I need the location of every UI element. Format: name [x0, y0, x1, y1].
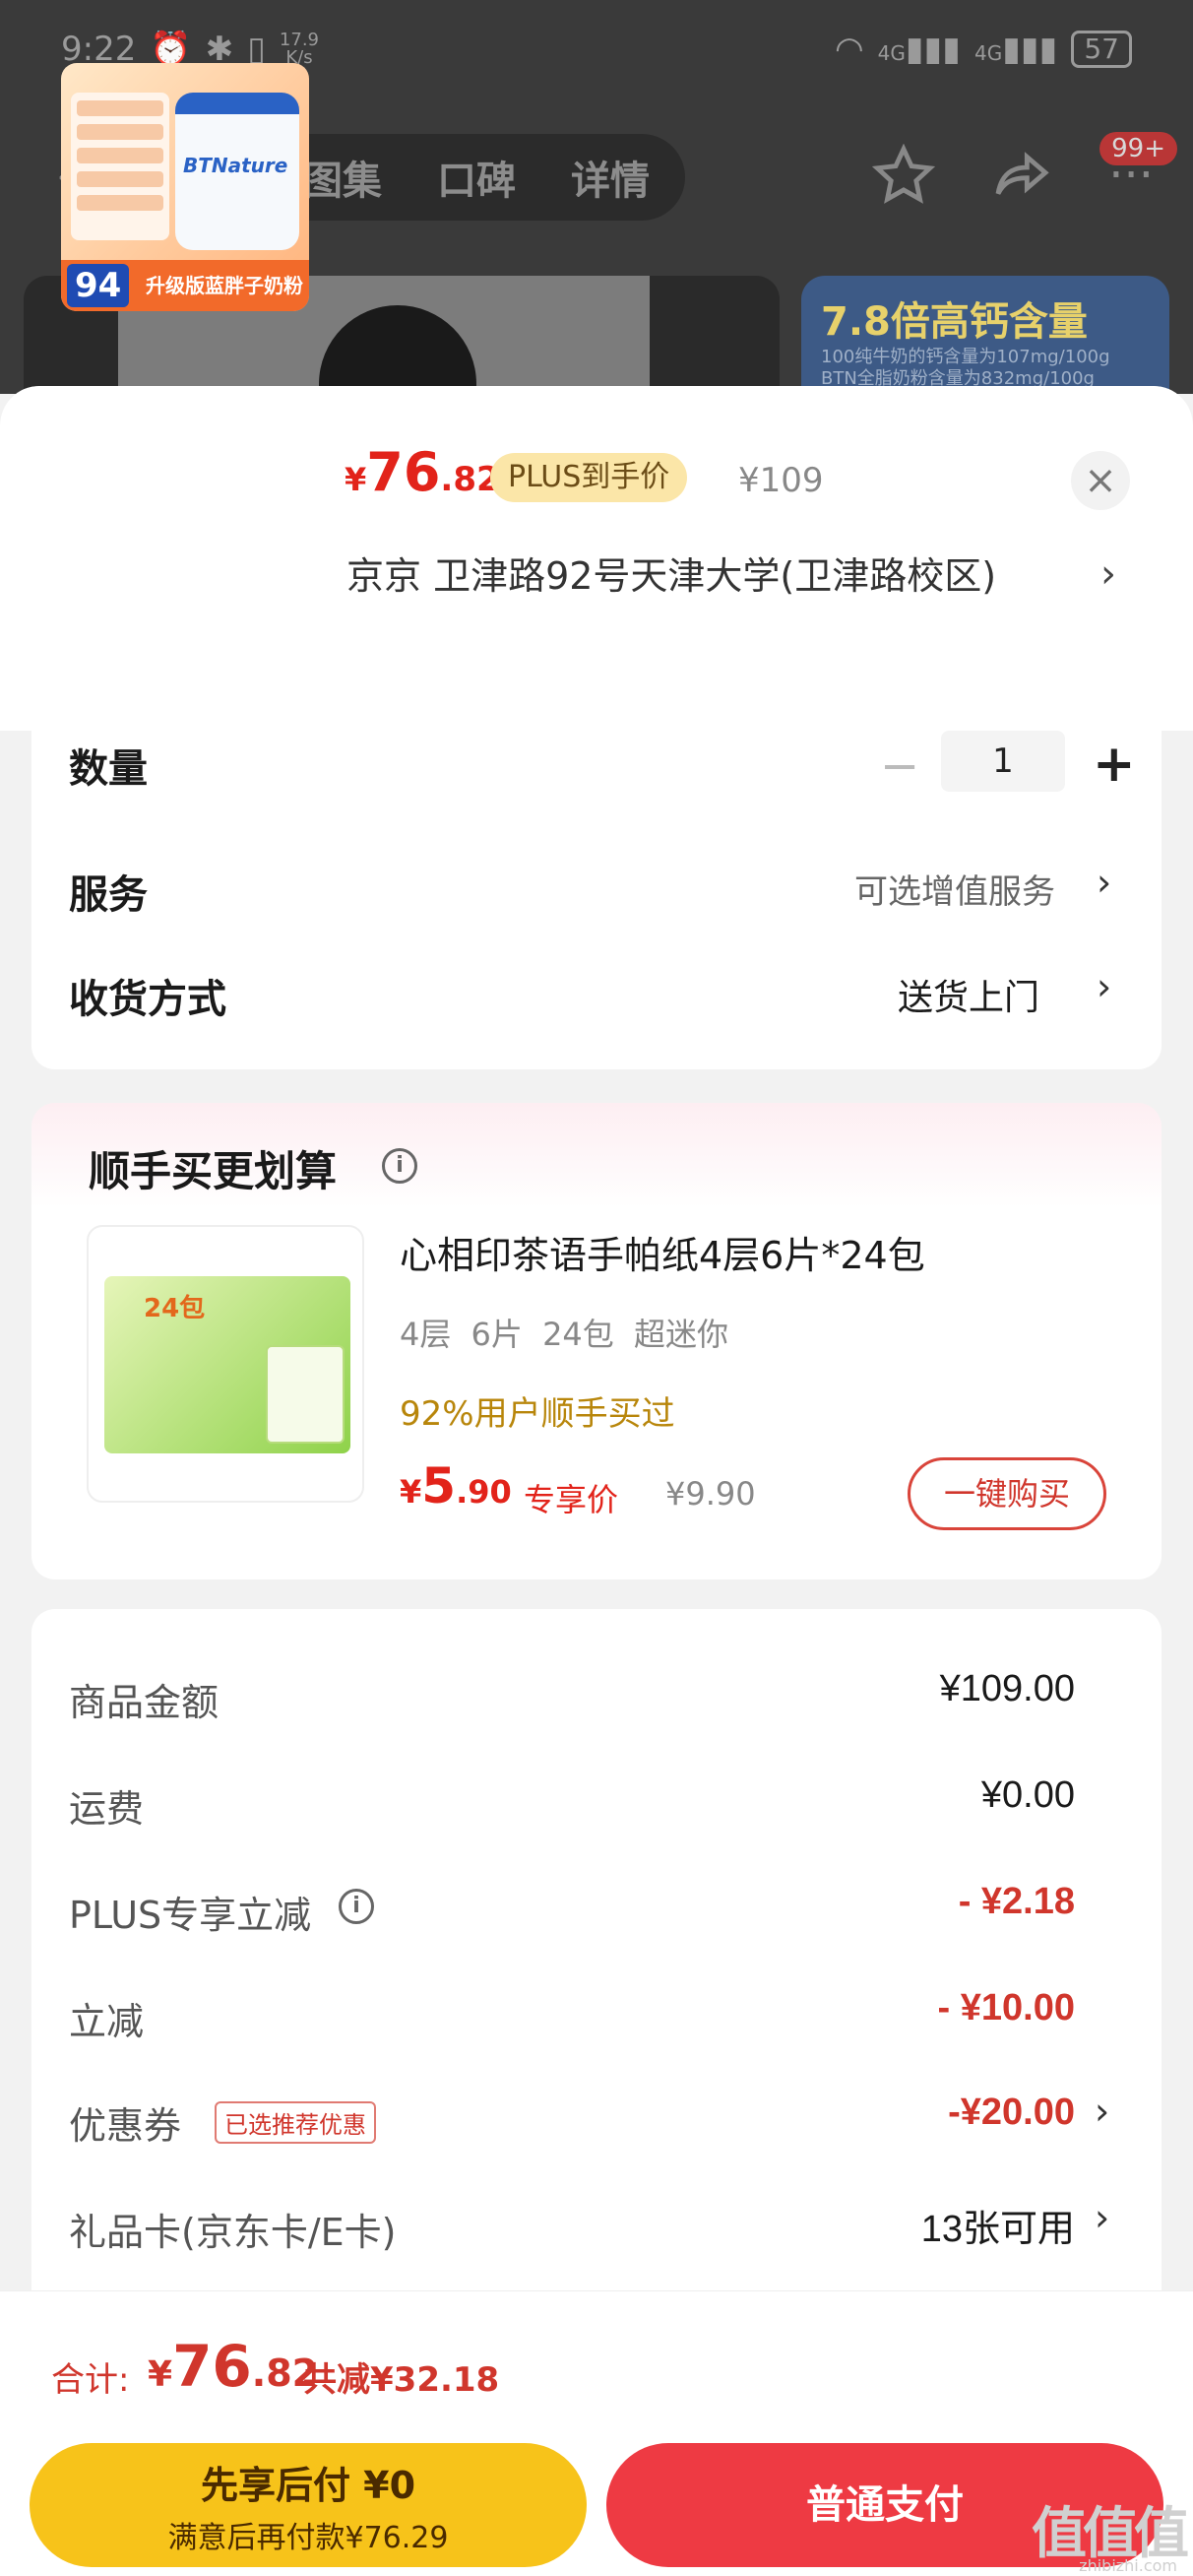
summary-value-shipping: ¥0.00: [980, 1774, 1075, 1816]
share-icon[interactable]: [990, 144, 1053, 207]
product-thumbnail[interactable]: BTNature 升级版蓝胖子奶粉 94: [61, 63, 309, 311]
watermark-url: zhibizhi.com: [1079, 2556, 1177, 2575]
battery-icon: 57: [1071, 31, 1132, 68]
original-price: ¥109: [738, 461, 824, 500]
pay-later-button[interactable]: 先享后付 ¥0 满意后再付款¥76.29: [30, 2443, 587, 2567]
thumb-brand: BTNature: [183, 154, 288, 177]
summary-label-instant-discount: 立减: [69, 2000, 145, 2043]
bundle-original-price: ¥9.90: [665, 1475, 756, 1513]
delivery-value[interactable]: 送货上门: [898, 969, 1039, 1020]
bundle-image-label: 24包: [144, 1294, 206, 1323]
options-card: 数量 − 1 + 服务 可选增值服务 › 收货方式 送货上门 ›: [31, 731, 1162, 1069]
summary-label-plus-discount: PLUS专享立减: [69, 1894, 312, 1937]
bundle-product-name[interactable]: 心相印茶语手帕纸4层6片*24包: [400, 1225, 925, 1279]
bundle-price: ¥5.90: [400, 1457, 512, 1514]
delivery-label: 收货方式: [69, 977, 226, 1022]
service-label: 服务: [69, 872, 148, 918]
summary-value-gift-card[interactable]: 13张可用: [921, 2198, 1075, 2252]
summary-value-coupon[interactable]: -¥20.00: [948, 2092, 1075, 2134]
summary-label-gift-card[interactable]: 礼品卡(京东卡/E卡): [69, 2202, 396, 2256]
checkout-bar: 合计: ¥76.82 共减¥32.18 先享后付 ¥0 满意后再付款¥76.29…: [0, 2290, 1193, 2576]
quantity-decrease-button[interactable]: −: [880, 739, 919, 794]
product-price: ¥76.82: [345, 441, 500, 503]
wifi-icon: ◠: [834, 30, 864, 69]
bundle-title: 顺手买更划算: [89, 1147, 338, 1195]
delivery-address[interactable]: 京京 卫津路92号天津大学(卫津路校区): [346, 551, 1075, 601]
close-button[interactable]: ×: [1071, 451, 1130, 510]
quantity-increase-button[interactable]: +: [1093, 735, 1136, 794]
info-icon[interactable]: i: [339, 1889, 374, 1924]
promo-title: 7.8倍高钙含量: [821, 299, 1088, 345]
thumb-footer-num: 94: [67, 264, 130, 307]
service-value[interactable]: 可选增值服务: [854, 865, 1055, 913]
tab-reviews[interactable]: 口碑: [409, 149, 543, 206]
pay-later-subtitle: 满意后再付款¥76.29: [167, 2521, 449, 2555]
plus-price-tag: PLUS到手价: [490, 453, 688, 502]
chevron-right-icon: ›: [1100, 551, 1116, 597]
summary-value-instant-discount: - ¥10.00: [937, 1987, 1075, 2029]
total-saved: 共减¥32.18: [303, 2360, 500, 2400]
signal-icon-2: 4G▮▮▮: [973, 30, 1058, 69]
bundle-popularity: 92%用户顺手买过: [400, 1394, 675, 1434]
bundle-product-spec: 4层 6片 24包 超迷你: [400, 1316, 728, 1353]
tab-details[interactable]: 详情: [543, 149, 677, 206]
summary-value-subtotal: ¥109.00: [939, 1668, 1075, 1709]
summary-label-subtotal: 商品金额: [69, 1681, 220, 1724]
bundle-product-image[interactable]: 24包: [87, 1225, 364, 1503]
promo-sub: 100纯牛奶的钙含量为107mg/100g BTN全脂奶粉含量为832mg/10…: [821, 347, 1110, 389]
one-click-buy-button[interactable]: 一键购买: [908, 1457, 1106, 1530]
quantity-input[interactable]: 1: [941, 731, 1065, 792]
summary-value-plus-discount: - ¥2.18: [958, 1881, 1075, 1922]
chevron-right-icon: ›: [1097, 861, 1112, 904]
pay-later-title: 先享后付 ¥0: [200, 2464, 416, 2507]
price-summary-card: 商品金额 ¥109.00 运费 ¥0.00 PLUS专享立减 i - ¥2.18…: [31, 1609, 1162, 2298]
signal-icon-1: 4G▮▮▮: [877, 30, 961, 69]
info-icon[interactable]: i: [382, 1148, 417, 1184]
chevron-right-icon: ›: [1095, 2196, 1110, 2239]
bundle-card: 顺手买更划算 i 24包 心相印茶语手帕纸4层6片*24包 4层 6片 24包 …: [31, 1103, 1162, 1579]
coupon-tag: 已选推荐优惠: [215, 2101, 376, 2144]
quantity-label: 数量: [69, 746, 148, 792]
summary-label-coupon[interactable]: 优惠券: [69, 2095, 181, 2150]
total-price: ¥76.82: [148, 2333, 319, 2400]
summary-label-shipping: 运费: [69, 1787, 145, 1831]
total-label: 合计:: [51, 2360, 130, 2400]
bundle-exclusive-label: 专享价: [524, 1481, 619, 1518]
net-speed: 17.9 K/s: [279, 30, 319, 68]
chevron-right-icon: ›: [1095, 2090, 1110, 2133]
star-icon[interactable]: [872, 144, 936, 207]
message-badge: 99+: [1099, 132, 1177, 165]
chevron-right-icon: ›: [1097, 965, 1112, 1008]
